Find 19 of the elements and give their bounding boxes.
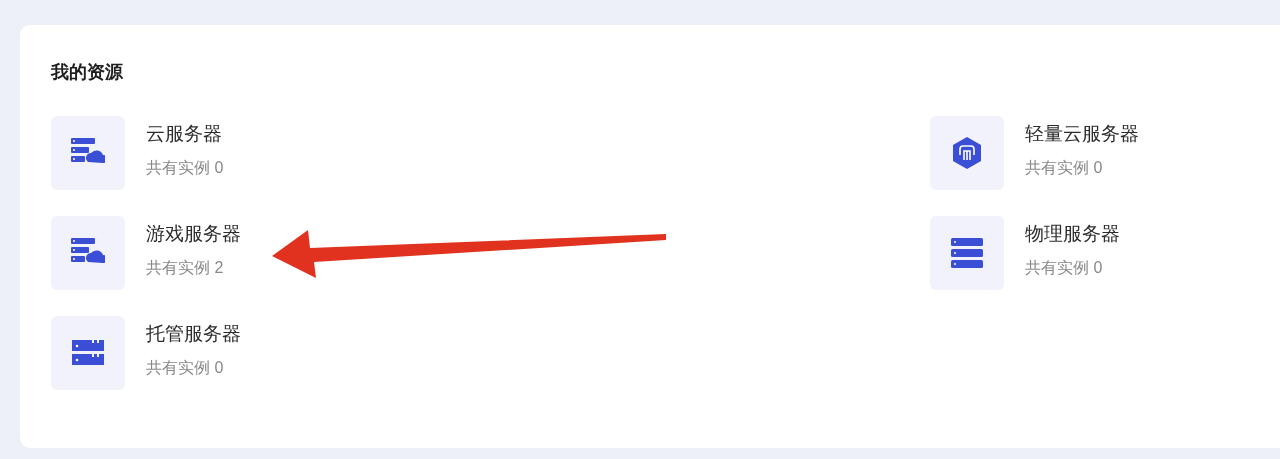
resource-tile[interactable] <box>930 216 1004 290</box>
instance-count: 共有实例 0 <box>146 158 224 178</box>
hexagon-icon <box>952 137 982 169</box>
resource-name[interactable]: 游戏服务器 <box>146 221 241 247</box>
instance-count: 共有实例 0 <box>1025 258 1104 278</box>
resource-name[interactable]: 云服务器 <box>146 121 224 147</box>
section-title: 我的资源 <box>51 61 124 84</box>
resource-name[interactable]: 物理服务器 <box>1025 221 1120 247</box>
rack-icon <box>72 340 104 366</box>
instance-count: 共有实例 2 <box>146 258 225 278</box>
resource-tile[interactable] <box>51 316 125 390</box>
instance-count: 共有实例 0 <box>1025 158 1104 178</box>
resource-name[interactable]: 轻量云服务器 <box>1025 121 1139 147</box>
server-stack-icon <box>951 238 983 268</box>
resource-tile[interactable] <box>51 116 125 190</box>
instance-count: 共有实例 0 <box>146 358 225 378</box>
resource-tile[interactable] <box>51 216 125 290</box>
resource-name[interactable]: 托管服务器 <box>146 321 241 347</box>
resource-tile[interactable] <box>930 116 1004 190</box>
